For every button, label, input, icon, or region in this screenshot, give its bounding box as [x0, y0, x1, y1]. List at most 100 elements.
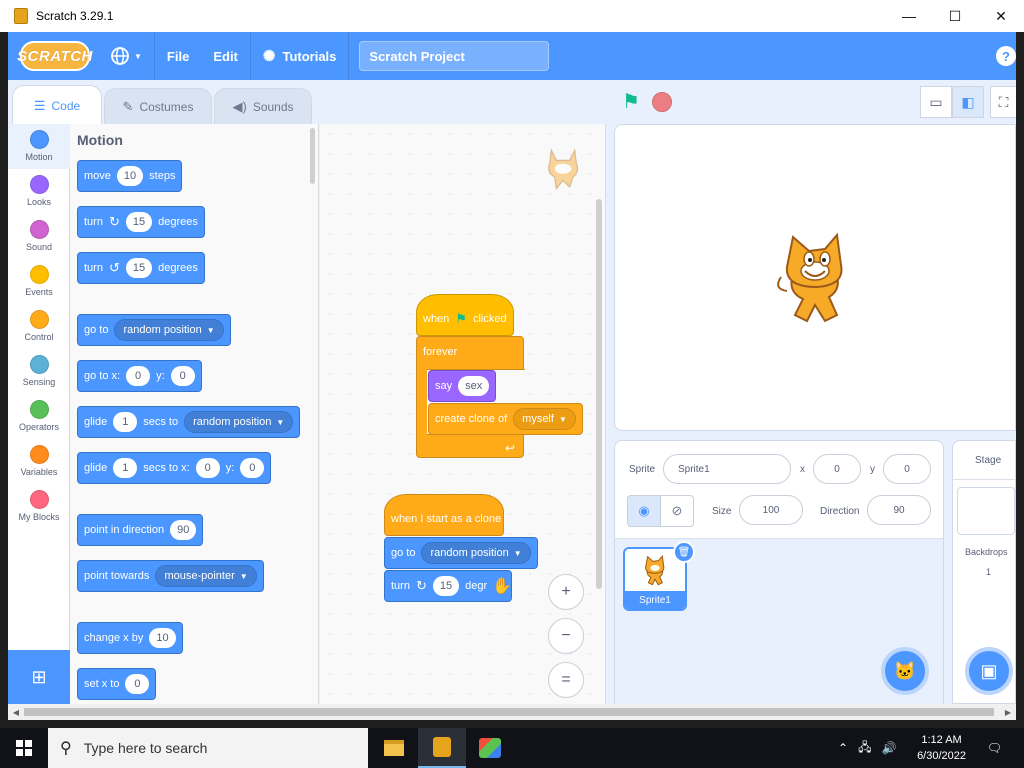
category-variables[interactable]: Variables — [8, 439, 70, 484]
language-menu[interactable]: ▼ — [98, 32, 154, 80]
taskbar-clock[interactable]: 1:12 AM 6/30/2022 — [917, 732, 966, 764]
category-looks[interactable]: Looks — [8, 169, 70, 214]
tab-sounds[interactable]: ◀) Sounds — [214, 88, 312, 124]
go-to-xy-block[interactable]: go to x: 0 y: 0 — [77, 360, 202, 392]
x-input[interactable]: 0 — [195, 458, 220, 478]
degrees-input[interactable]: 15 — [432, 576, 460, 596]
script-area[interactable]: when ⚑ clicked forever ↩ say sex create … — [320, 124, 606, 704]
volume-icon[interactable]: 🔊 — [881, 741, 896, 755]
secs-input[interactable]: 1 — [113, 458, 138, 478]
tab-costumes[interactable]: ✎ Costumes — [104, 88, 212, 124]
change-x-block[interactable]: change x by 10 — [77, 622, 183, 654]
green-flag-button[interactable]: ⚑ — [620, 90, 642, 113]
move-steps-block[interactable]: move 10 steps — [77, 160, 183, 192]
when-i-start-as-clone-block[interactable]: when I start as a clone — [384, 494, 504, 536]
block-text: secs to — [143, 416, 179, 428]
stop-button[interactable] — [652, 92, 672, 112]
category-motion[interactable]: Motion — [8, 124, 70, 169]
towards-dropdown[interactable]: mouse-pointer ▼ — [155, 565, 257, 587]
zoom-reset-button[interactable]: = — [548, 662, 584, 698]
steps-input[interactable]: 10 — [116, 166, 144, 186]
glide-to-block[interactable]: glide 1 secs to random position ▼ — [77, 406, 301, 438]
scratch-logo[interactable]: SCRATCH — [17, 41, 92, 71]
bluestacks-taskbar-button[interactable] — [466, 728, 514, 768]
minimize-button[interactable]: — — [886, 0, 932, 32]
tab-code[interactable]: ☰ Code — [12, 85, 102, 125]
size-input[interactable]: 100 — [739, 495, 803, 525]
go-to-block[interactable]: go to random position ▼ — [77, 314, 231, 346]
notification-button[interactable]: 🗨 — [987, 728, 1002, 768]
horizontal-scrollbar[interactable]: ◀ ▶ — [8, 704, 1016, 720]
x-input[interactable]: 0 — [126, 366, 151, 386]
glide-target-dropdown[interactable]: random position ▼ — [184, 411, 294, 433]
point-towards-block[interactable]: point towards mouse-pointer ▼ — [77, 560, 264, 592]
create-clone-block[interactable]: create clone of myself ▼ — [428, 403, 583, 435]
category-control[interactable]: Control — [8, 304, 70, 349]
stage-target-pane[interactable]: Stage Backdrops 1 ▣ — [952, 440, 1016, 704]
file-menu[interactable]: File — [155, 32, 201, 80]
zoom-out-button[interactable]: − — [548, 618, 584, 654]
project-title-input[interactable]: Scratch Project — [359, 41, 550, 71]
add-extension-button[interactable]: ⊞ — [8, 650, 70, 704]
tutorials-menu[interactable]: ✺ Tutorials — [251, 32, 349, 80]
y-input[interactable]: 0 — [883, 454, 931, 484]
hide-sprite-button[interactable]: ⊘ — [660, 495, 694, 527]
show-sprite-button[interactable]: ◉ — [627, 495, 661, 527]
taskbar-search-box[interactable]: ⚲ Type here to search — [48, 728, 368, 768]
delete-sprite-button[interactable]: 🗑 — [673, 541, 695, 563]
category-operators[interactable]: Operators — [8, 394, 70, 439]
category-sensing[interactable]: Sensing — [8, 349, 70, 394]
choose-backdrop-button[interactable]: ▣ — [965, 647, 1013, 695]
secs-input[interactable]: 1 — [113, 412, 138, 432]
scroll-left-arrow[interactable]: ◀ — [8, 704, 24, 720]
clone-target-dropdown[interactable]: myself ▼ — [513, 408, 576, 430]
zoom-in-button[interactable]: + — [548, 574, 584, 610]
start-button[interactable] — [0, 728, 48, 768]
tutorials-label: Tutorials — [282, 48, 337, 64]
sprite-name-input[interactable]: Sprite1 — [663, 454, 791, 484]
choose-sprite-button[interactable]: 🐱 — [881, 647, 929, 695]
goto-target-dropdown[interactable]: random position ▼ — [114, 319, 224, 341]
goto-target-dropdown[interactable]: random position ▼ — [421, 542, 531, 564]
x-input[interactable]: 0 — [813, 454, 861, 484]
say-text-input[interactable]: sex — [458, 376, 490, 396]
hand-cursor-icon: ✋ — [492, 578, 512, 595]
backdrop-thumbnail[interactable] — [957, 487, 1015, 535]
edit-menu[interactable]: Edit — [201, 32, 250, 80]
file-explorer-taskbar-button[interactable] — [370, 728, 418, 768]
degrees-input[interactable]: 15 — [125, 258, 153, 278]
turn-right-block[interactable]: turn ↻ 15 degrees — [77, 206, 205, 238]
scroll-right-arrow[interactable]: ▶ — [1000, 704, 1016, 720]
category-events[interactable]: Events — [8, 259, 70, 304]
normal-stage-button[interactable]: ◧ — [952, 86, 984, 118]
category-sound[interactable]: Sound — [8, 214, 70, 259]
help-icon[interactable]: ? — [996, 46, 1016, 66]
turn-left-block[interactable]: turn ↺ 15 degrees — [77, 252, 205, 284]
close-button[interactable]: ✕ — [978, 0, 1024, 32]
stage-canvas[interactable] — [614, 124, 1016, 431]
fullscreen-button[interactable]: ⛶ — [990, 86, 1016, 118]
point-in-direction-block[interactable]: point in direction 90 — [77, 514, 204, 546]
degrees-input[interactable]: 15 — [125, 212, 153, 232]
y-input[interactable]: 0 — [240, 458, 265, 478]
category-my-blocks[interactable]: My Blocks — [8, 484, 70, 529]
say-block[interactable]: say sex — [428, 370, 497, 402]
network-icon[interactable]: 🖧 — [858, 738, 871, 759]
globe-icon — [111, 47, 129, 65]
go-to-block[interactable]: go to random position ▼ — [384, 537, 538, 569]
chevron-up-icon[interactable]: ⌃ — [838, 741, 848, 755]
maximize-button[interactable]: ☐ — [932, 0, 978, 32]
palette-scrollbar[interactable] — [310, 128, 315, 184]
direction-input[interactable]: 90 — [170, 520, 197, 540]
glide-to-xy-block[interactable]: glide 1 secs to x: 0 y: 0 — [77, 452, 272, 484]
direction-input[interactable]: 90 — [867, 495, 931, 525]
y-input[interactable]: 0 — [170, 366, 195, 386]
set-x-input[interactable]: 0 — [125, 674, 150, 694]
script-scrollbar[interactable] — [596, 199, 602, 589]
set-x-block[interactable]: set x to 0 — [77, 668, 157, 700]
change-x-input[interactable]: 10 — [149, 628, 176, 648]
when-flag-clicked-block[interactable]: when ⚑ clicked — [416, 294, 514, 336]
scratch-taskbar-button[interactable] — [418, 728, 466, 768]
small-stage-button[interactable]: ▭ — [920, 86, 952, 118]
scrollbar-thumb[interactable] — [24, 708, 994, 716]
